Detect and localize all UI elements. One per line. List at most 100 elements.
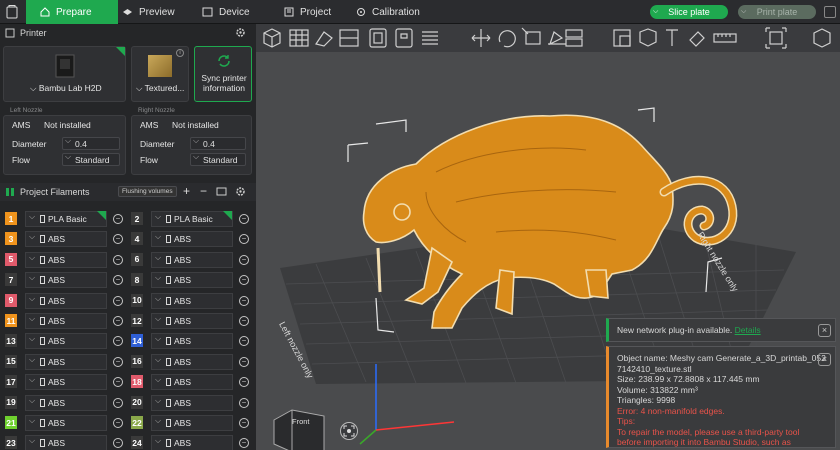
remove-filament-icon[interactable]: − xyxy=(200,184,207,198)
filament-slot[interactable]: 18 ABS − xyxy=(131,373,255,392)
support-paint-icon[interactable] xyxy=(639,28,657,47)
filament-slot[interactable]: 21 ABS − xyxy=(5,414,129,433)
tab-prepare[interactable]: Prepare xyxy=(26,0,118,24)
split-objects-icon[interactable] xyxy=(369,28,387,48)
filament-dropdown[interactable]: ABS xyxy=(25,435,107,450)
filament-dropdown[interactable]: ABS xyxy=(151,415,233,431)
remove-slot-icon[interactable]: − xyxy=(113,356,123,367)
filament-dropdown[interactable]: ABS xyxy=(25,292,107,309)
settings-gear-icon[interactable] xyxy=(235,27,246,38)
remove-slot-icon[interactable]: − xyxy=(113,377,123,388)
plate-type-dropdown[interactable]: ⌵ Textured... xyxy=(136,83,184,94)
filament-dropdown[interactable]: ABS xyxy=(151,313,233,329)
remove-slot-icon[interactable]: − xyxy=(239,377,249,388)
filament-dropdown[interactable]: ABS xyxy=(151,435,233,450)
slice-dropdown-icon[interactable]: ⌵ xyxy=(653,8,658,16)
remove-slot-icon[interactable]: − xyxy=(113,418,123,428)
remove-slot-icon[interactable]: − xyxy=(239,214,249,224)
split-parts-icon[interactable] xyxy=(395,28,413,48)
print-dropdown-icon[interactable]: ⌵ xyxy=(741,8,746,16)
remove-slot-icon[interactable]: − xyxy=(239,438,249,449)
scale-icon[interactable] xyxy=(521,27,541,45)
filament-dropdown[interactable]: ABS xyxy=(151,231,233,248)
filament-dropdown[interactable]: ABS xyxy=(151,394,233,411)
filament-slot[interactable]: 8 ABS − xyxy=(131,271,255,290)
remove-slot-icon[interactable]: − xyxy=(239,397,249,408)
filament-slot[interactable]: 24 ABS − xyxy=(131,434,255,450)
plate-type-card[interactable]: i ⌵ Textured... xyxy=(131,46,189,102)
window-controls[interactable] xyxy=(824,6,836,18)
measure-icon[interactable] xyxy=(713,33,737,43)
rotate-icon[interactable] xyxy=(498,30,516,48)
remove-slot-icon[interactable]: − xyxy=(113,336,123,347)
filament-dropdown[interactable]: PLA Basic xyxy=(25,211,107,227)
tab-calibration[interactable]: Calibration xyxy=(356,0,420,24)
filament-dropdown[interactable]: ABS xyxy=(25,415,107,431)
sync-printer-button[interactable]: Sync printer information xyxy=(194,46,252,102)
left-diameter-dropdown[interactable]: 0.4 xyxy=(62,136,120,150)
remove-slot-icon[interactable]: − xyxy=(113,438,123,449)
close-icon[interactable]: × xyxy=(818,353,831,366)
lay-on-face-icon[interactable] xyxy=(548,31,566,46)
remove-slot-icon[interactable]: − xyxy=(239,336,249,347)
move-icon[interactable] xyxy=(471,29,491,47)
remove-slot-icon[interactable]: − xyxy=(239,316,249,326)
filament-dropdown[interactable]: ABS xyxy=(25,374,107,391)
filament-slot[interactable]: 15 ABS − xyxy=(5,353,129,372)
layers-icon[interactable] xyxy=(422,31,438,45)
remove-slot-icon[interactable]: − xyxy=(113,397,123,408)
filament-slot[interactable]: 6 ABS − xyxy=(131,251,255,270)
remove-slot-icon[interactable]: − xyxy=(113,254,123,265)
filament-dropdown[interactable]: ABS xyxy=(151,272,233,289)
filament-slot[interactable]: 20 ABS − xyxy=(131,394,255,413)
remove-slot-icon[interactable]: − xyxy=(239,275,249,286)
plate-info-icon[interactable]: i xyxy=(176,49,184,57)
filament-settings-icon[interactable] xyxy=(235,186,246,197)
filament-slot[interactable]: 3 ABS − xyxy=(5,230,129,249)
cut-icon[interactable] xyxy=(565,29,583,47)
remove-slot-icon[interactable]: − xyxy=(113,275,123,286)
zoom-to-fit-button[interactable] xyxy=(340,422,358,440)
filament-slot[interactable]: 2 PLA Basic − xyxy=(131,210,255,229)
filament-slot[interactable]: 22 ABS − xyxy=(131,414,255,433)
tab-preview[interactable]: Preview xyxy=(122,0,175,24)
auto-orient-icon[interactable] xyxy=(315,31,333,47)
print-plate-button[interactable]: Print plate xyxy=(738,5,816,19)
plugin-details-link[interactable]: Details xyxy=(735,325,761,335)
filament-slot[interactable]: 5 ABS − xyxy=(5,251,129,270)
filament-slot[interactable]: 13 ABS − xyxy=(5,332,129,351)
add-filament-icon[interactable]: + xyxy=(183,184,190,198)
filament-slot[interactable]: 16 ABS − xyxy=(131,353,255,372)
add-object-icon[interactable] xyxy=(263,28,281,48)
right-diameter-dropdown[interactable]: 0.4 xyxy=(190,136,246,150)
sync-filament-icon[interactable] xyxy=(216,186,227,197)
filament-slot[interactable]: 1 PLA Basic − xyxy=(5,210,129,229)
assembly-icon[interactable] xyxy=(765,27,787,49)
filament-slot[interactable]: 12 ABS − xyxy=(131,312,255,331)
view-cube[interactable] xyxy=(273,409,325,450)
slice-plate-button[interactable]: Slice plate xyxy=(650,5,728,19)
view-cube-icon[interactable] xyxy=(813,28,831,48)
remove-slot-icon[interactable]: − xyxy=(239,254,249,265)
left-flow-dropdown[interactable]: Standard xyxy=(62,152,120,166)
remove-slot-icon[interactable]: − xyxy=(113,295,123,306)
remove-slot-icon[interactable]: − xyxy=(113,214,123,224)
filament-slot[interactable]: 10 ABS − xyxy=(131,292,255,311)
filament-dropdown[interactable]: ABS xyxy=(151,353,233,370)
printer-model-dropdown[interactable]: ⌵ Bambu Lab H2D xyxy=(30,83,102,94)
filament-dropdown[interactable]: ABS xyxy=(25,231,107,248)
remove-slot-icon[interactable]: − xyxy=(239,356,249,367)
filament-slot[interactable]: 4 ABS − xyxy=(131,230,255,249)
filament-slot[interactable]: 19 ABS − xyxy=(5,394,129,413)
filament-dropdown[interactable]: PLA Basic xyxy=(151,211,233,227)
filament-slot[interactable]: 11 ABS − xyxy=(5,312,129,331)
right-flow-dropdown[interactable]: Standard xyxy=(190,152,246,166)
arrange-icon[interactable] xyxy=(339,29,359,47)
filament-slot[interactable]: 23 ABS − xyxy=(5,434,129,450)
remove-slot-icon[interactable]: − xyxy=(239,234,249,245)
filament-slot[interactable]: 17 ABS − xyxy=(5,373,129,392)
filament-dropdown[interactable]: ABS xyxy=(151,292,233,309)
filament-slot[interactable]: 7 ABS − xyxy=(5,271,129,290)
close-icon[interactable]: × xyxy=(818,324,831,337)
remove-slot-icon[interactable]: − xyxy=(239,418,249,428)
